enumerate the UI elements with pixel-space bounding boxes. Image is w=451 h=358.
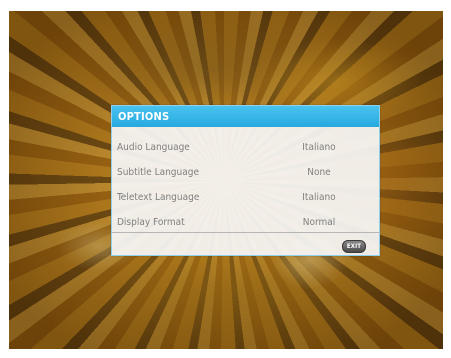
tv-background-image: OPTIONS Audio Language Italiano Subtitle… <box>9 11 443 349</box>
options-list: Audio Language Italiano Subtitle Languag… <box>112 135 379 235</box>
option-value: Italiano <box>302 192 336 203</box>
option-value: Italiano <box>302 142 336 153</box>
footer-divider <box>112 232 379 233</box>
option-label: Audio Language <box>117 142 190 153</box>
option-teletext-language[interactable]: Teletext Language Italiano <box>112 185 379 210</box>
option-audio-language[interactable]: Audio Language Italiano <box>112 135 379 160</box>
option-label: Subtitle Language <box>117 167 199 178</box>
dialog-title: OPTIONS <box>112 106 379 127</box>
options-dialog: OPTIONS Audio Language Italiano Subtitle… <box>111 105 380 256</box>
option-subtitle-language[interactable]: Subtitle Language None <box>112 160 379 185</box>
exit-button[interactable]: EXIT <box>342 240 366 253</box>
option-label: Teletext Language <box>117 192 200 203</box>
option-value: None <box>307 167 331 178</box>
